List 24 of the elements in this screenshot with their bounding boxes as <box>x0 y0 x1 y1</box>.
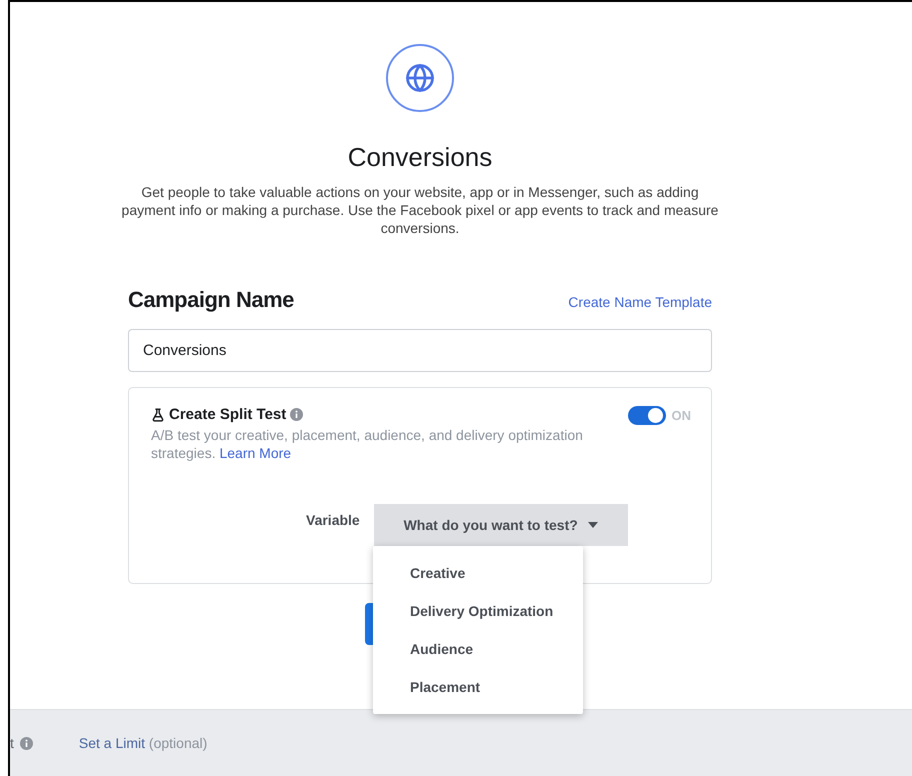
limit-link-text: Set a Limit (optional) <box>78 735 208 751</box>
info-icon <box>20 736 33 750</box>
menu-item[interactable]: Creative <box>373 554 583 592</box>
globe-icon <box>386 44 454 112</box>
set-limit-link[interactable]: Set a Limit <box>78 735 146 751</box>
flask-icon <box>151 408 165 422</box>
variable-label: Variable <box>306 512 360 528</box>
campaign-name-field[interactable]: Conversions <box>128 329 712 372</box>
info-icon <box>290 408 304 421</box>
toggle-switch[interactable] <box>628 406 666 425</box>
menu-item[interactable]: Placement <box>373 668 583 706</box>
split-test-title: Create Split Test <box>169 406 286 423</box>
learn-more-link[interactable]: Learn More <box>219 445 292 461</box>
name-template-link[interactable]: Create Name Template <box>568 294 712 310</box>
caret-icon <box>588 522 598 528</box>
section-heading: Campaign Name <box>128 287 294 313</box>
toggle-label: ON <box>672 408 691 423</box>
split-test-description: A/B test your creative, placement, audience, and delivery optimization strategies. Learn More <box>151 426 584 462</box>
objective-description: Get people to take valuable actions on your website, app or in Messenger, such as adding payment info or making a purchase. Use the Facebook pixel or app events to track and measure conversions. <box>120 183 720 237</box>
variable-dropdown[interactable]: What do you want to test? <box>374 504 628 546</box>
menu-item[interactable]: Delivery Optimization <box>373 592 583 630</box>
menu-item[interactable]: Audience <box>373 630 583 668</box>
objective-title: Conversions <box>348 142 492 173</box>
field-label: t <box>10 735 14 751</box>
